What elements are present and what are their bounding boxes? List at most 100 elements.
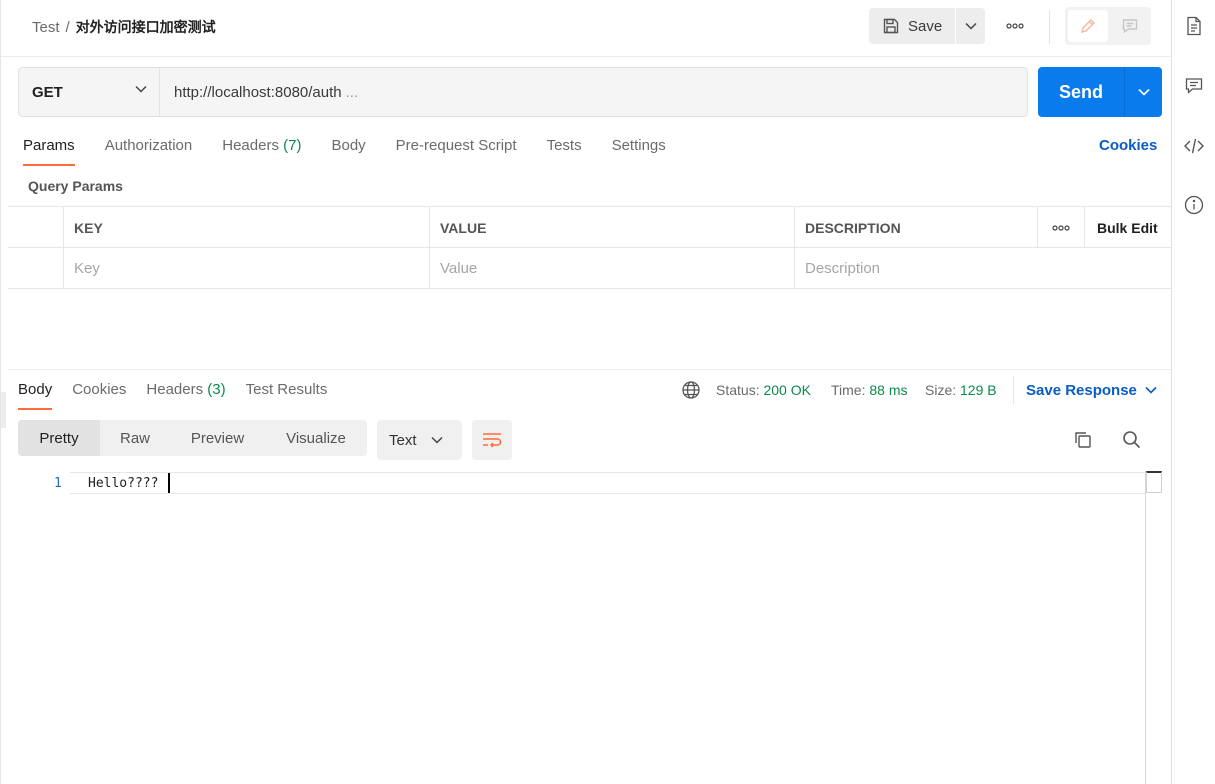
scrollbar-thumb[interactable] bbox=[1146, 471, 1162, 493]
response-size[interactable]: Size: 129 B bbox=[925, 382, 997, 398]
column-value-header: VALUE bbox=[429, 207, 794, 248]
text-caret bbox=[168, 473, 170, 493]
format-value: Text bbox=[389, 431, 417, 449]
chevron-down-icon bbox=[135, 85, 147, 93]
search-icon[interactable] bbox=[1121, 429, 1143, 451]
tab-body[interactable]: Body bbox=[331, 136, 365, 166]
size-value: 129 B bbox=[960, 382, 997, 398]
format-select[interactable]: Text bbox=[377, 420, 462, 460]
save-label: Save bbox=[908, 17, 943, 35]
pane-resize-handle[interactable] bbox=[1, 392, 6, 428]
key-placeholder: Key bbox=[74, 260, 100, 277]
response-tab-cookies[interactable]: Cookies bbox=[72, 380, 126, 410]
column-value-label: VALUE bbox=[440, 219, 487, 236]
request-tabs: Params Authorization Headers (7) Body Pr… bbox=[23, 136, 696, 168]
tab-headers-label: Headers bbox=[222, 137, 279, 154]
query-params-label: Query Params bbox=[28, 178, 123, 194]
column-description-header: DESCRIPTION bbox=[794, 207, 1037, 248]
tab-prerequest-script[interactable]: Pre-request Script bbox=[396, 136, 517, 166]
wrap-lines-button[interactable] bbox=[472, 420, 512, 460]
view-mode-toggle: Pretty Raw Preview Visualize bbox=[18, 420, 367, 456]
more-horizontal-icon bbox=[1052, 224, 1070, 231]
response-tab-headers-label: Headers bbox=[146, 381, 204, 398]
table-options-button[interactable] bbox=[1037, 207, 1084, 248]
breadcrumb: Test / 对外访问接口加密测试 bbox=[32, 17, 216, 37]
save-response-button[interactable]: Save Response bbox=[1013, 376, 1157, 404]
response-body-editor[interactable]: 1 Hello???? bbox=[18, 471, 1162, 784]
response-time[interactable]: Time: 88 ms bbox=[831, 382, 908, 398]
url-input[interactable]: http://localhost:8080/auth... bbox=[160, 67, 1028, 117]
breadcrumb-collection[interactable]: Test bbox=[32, 19, 60, 36]
value-placeholder: Value bbox=[440, 260, 478, 277]
tab-authorization[interactable]: Authorization bbox=[105, 136, 193, 166]
url-ellipsis: ... bbox=[345, 83, 359, 101]
comment-mode-button[interactable] bbox=[1111, 10, 1149, 42]
status-value: 200 OK bbox=[763, 382, 811, 398]
info-icon[interactable] bbox=[1184, 195, 1204, 215]
tab-tests[interactable]: Tests bbox=[547, 136, 582, 166]
tab-params[interactable]: Params bbox=[23, 136, 75, 166]
send-dropdown-button[interactable] bbox=[1124, 67, 1162, 117]
right-sidebar bbox=[1171, 0, 1215, 784]
column-key-label: KEY bbox=[74, 219, 103, 236]
bulk-edit-button[interactable]: Bulk Edit bbox=[1084, 207, 1171, 248]
request-header: Test / 对外访问接口加密测试 Save bbox=[1, 0, 1171, 57]
response-body-text: Hello???? bbox=[88, 476, 159, 491]
copy-icon[interactable] bbox=[1072, 429, 1094, 451]
save-icon bbox=[883, 18, 899, 34]
response-tab-headers[interactable]: Headers (3) bbox=[146, 380, 225, 410]
response-tab-body[interactable]: Body bbox=[18, 380, 53, 410]
tab-headers[interactable]: Headers (7) bbox=[222, 136, 301, 166]
line-number: 1 bbox=[54, 476, 62, 491]
key-input[interactable]: Key bbox=[63, 248, 429, 289]
request-workspace: Test / 对外访问接口加密测试 Save GET http://localh… bbox=[0, 0, 1171, 784]
column-description-label: DESCRIPTION bbox=[805, 219, 901, 236]
view-preview[interactable]: Preview bbox=[170, 420, 265, 456]
mode-toggle bbox=[1065, 7, 1151, 45]
globe-icon[interactable] bbox=[681, 380, 701, 400]
value-input[interactable]: Value bbox=[429, 248, 794, 289]
time-value: 88 ms bbox=[869, 382, 908, 398]
method-value: GET bbox=[32, 83, 63, 101]
comments-icon[interactable] bbox=[1184, 76, 1204, 96]
response-tab-test-results[interactable]: Test Results bbox=[246, 380, 328, 410]
edit-mode-button[interactable] bbox=[1068, 10, 1108, 42]
save-button[interactable]: Save bbox=[869, 8, 955, 44]
table-row: Key Value Description bbox=[8, 248, 1171, 289]
time-label: Time: bbox=[831, 382, 866, 398]
view-visualize[interactable]: Visualize bbox=[265, 420, 367, 456]
response-tabs: Body Cookies Headers (3) Test Results bbox=[18, 380, 347, 410]
documentation-icon[interactable] bbox=[1184, 16, 1204, 36]
editor-scrollbar[interactable] bbox=[1145, 471, 1162, 784]
request-title[interactable]: 对外访问接口加密测试 bbox=[76, 20, 216, 36]
more-horizontal-icon bbox=[1006, 23, 1024, 29]
active-line-highlight bbox=[70, 472, 1145, 494]
tab-headers-count: (7) bbox=[283, 137, 302, 154]
status-label: Status: bbox=[716, 382, 760, 398]
more-actions-button[interactable] bbox=[1003, 16, 1027, 36]
send-button[interactable]: Send bbox=[1038, 67, 1124, 117]
wrap-lines-icon bbox=[483, 433, 502, 448]
header-divider bbox=[1049, 10, 1050, 44]
method-select[interactable]: GET bbox=[18, 67, 160, 117]
view-pretty[interactable]: Pretty bbox=[18, 420, 100, 456]
tab-settings[interactable]: Settings bbox=[612, 136, 666, 166]
comment-icon bbox=[1122, 19, 1138, 34]
response-tab-headers-count: (3) bbox=[207, 381, 226, 398]
table-header-row: KEY VALUE DESCRIPTION Bulk Edit bbox=[8, 207, 1171, 248]
chevron-down-icon bbox=[1145, 386, 1157, 394]
cookies-link[interactable]: Cookies bbox=[1099, 136, 1157, 156]
column-key-header: KEY bbox=[63, 207, 429, 248]
description-placeholder: Description bbox=[805, 260, 881, 277]
response-status[interactable]: Status: 200 OK bbox=[716, 382, 811, 398]
view-raw[interactable]: Raw bbox=[100, 420, 170, 456]
chevron-down-icon bbox=[964, 22, 977, 30]
bulk-edit-label: Bulk Edit bbox=[1097, 219, 1158, 236]
response-divider[interactable] bbox=[8, 369, 1171, 370]
chevron-down-icon bbox=[1137, 88, 1150, 96]
save-dropdown-button[interactable] bbox=[956, 8, 985, 44]
pencil-icon bbox=[1081, 19, 1095, 33]
description-input[interactable]: Description bbox=[794, 248, 1171, 289]
code-snippet-icon[interactable] bbox=[1184, 136, 1204, 156]
breadcrumb-separator: / bbox=[65, 19, 70, 36]
